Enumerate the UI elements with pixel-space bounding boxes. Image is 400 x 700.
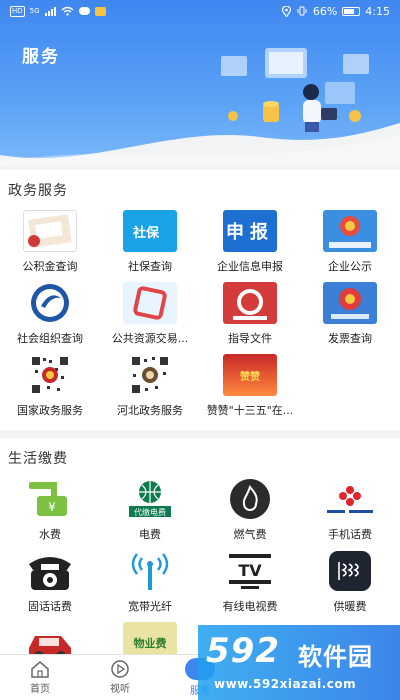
gas-fee-icon	[223, 478, 277, 520]
electricity-fee-item[interactable]: 代缴电费 电费	[100, 474, 200, 546]
item-label: 电费	[139, 528, 161, 541]
tile-text: TV	[238, 561, 262, 580]
battery-percent: 66%	[312, 4, 338, 18]
enterprise-report-icon: 申报	[223, 210, 277, 252]
cable-tv-icon: TV	[223, 550, 277, 592]
heating-fee-item[interactable]: 供暖费	[300, 546, 400, 618]
thirteenth-five-year-item[interactable]: 赞赞 赞赞"十三五"在...	[200, 350, 300, 422]
item-label: 宽带光纤	[128, 600, 172, 613]
home-icon	[30, 660, 50, 678]
play-icon	[110, 660, 130, 678]
public-resource-item[interactable]: 公共资源交易...	[100, 278, 200, 350]
invoice-icon	[323, 282, 377, 324]
enterprise-publicity-item[interactable]: 企业公示	[300, 206, 400, 278]
broadband-item[interactable]: 宽带光纤	[100, 546, 200, 618]
housing-fund-icon	[23, 210, 77, 252]
item-label: 手机话费	[328, 528, 372, 541]
tile-text: 物业费	[133, 637, 167, 650]
tile-text: 申报	[226, 222, 274, 243]
item-label: 固话话费	[28, 600, 72, 613]
app-notification-icon	[94, 6, 106, 16]
landline-fee-item[interactable]: 固话话费	[0, 546, 100, 618]
signal-icon	[44, 6, 56, 16]
item-label: 供暖费	[333, 600, 367, 613]
item-label: 发票查询	[328, 332, 372, 345]
tile-text: 赞赞	[240, 371, 260, 383]
water-fee-icon: ¥	[23, 478, 77, 520]
network-badge: 5G	[29, 7, 40, 15]
tab-label: 视听	[110, 684, 130, 695]
clock: 4:15	[365, 4, 390, 18]
service-illustration	[221, 48, 375, 136]
item-label: 国家政务服务	[17, 404, 83, 417]
section-title: 政务服务	[8, 183, 68, 199]
wifi-icon	[61, 6, 74, 16]
gov-services-grid: 公积金查询 社保 社保查询 申报 企业信息申报 企业公示 社会组织查询 公共资源…	[0, 206, 400, 422]
national-gov-service-icon	[23, 354, 77, 396]
item-label: 赞赞"十三五"在...	[206, 404, 294, 417]
watermark-number: 592	[206, 631, 280, 671]
gov-services-section: 政务服务 公积金查询 社保 社保查询 申报 企业信息申报 企业公示 社会组织查询…	[0, 170, 400, 430]
gas-fee-item[interactable]: 燃气费	[200, 474, 300, 546]
item-label: 社会组织查询	[17, 332, 83, 345]
electricity-fee-icon: 代缴电费	[123, 478, 177, 520]
section-title: 生活缴费	[8, 451, 68, 467]
social-security-icon: 社保	[123, 210, 177, 252]
watermark-name: 软件园	[298, 643, 373, 671]
heating-fee-icon	[323, 550, 377, 592]
mobile-fee-icon	[323, 478, 377, 520]
social-organization-item[interactable]: 社会组织查询	[0, 278, 100, 350]
item-label: 公共资源交易...	[111, 332, 189, 345]
hd-badge: HD	[10, 5, 25, 17]
tile-text: 社保	[132, 225, 159, 241]
social-security-item[interactable]: 社保 社保查询	[100, 206, 200, 278]
mobile-fee-item[interactable]: 手机话费	[300, 474, 400, 546]
thirteenth-five-year-icon: 赞赞	[223, 354, 277, 396]
site-watermark: 592 软件园 www.592xiazai.com	[198, 625, 400, 700]
housing-fund-item[interactable]: 公积金查询	[0, 206, 100, 278]
battery-icon	[342, 6, 361, 16]
page-title: 服务	[22, 47, 60, 67]
invoice-item[interactable]: 发票查询	[300, 278, 400, 350]
hebei-gov-service-icon	[123, 354, 177, 396]
landline-fee-icon	[23, 550, 77, 592]
message-icon	[78, 7, 90, 15]
tab-home[interactable]: 首页	[0, 655, 80, 700]
hebei-gov-service-item[interactable]: 河北政务服务	[100, 350, 200, 422]
public-resource-icon	[123, 282, 177, 324]
water-fee-item[interactable]: ¥ 水费	[0, 474, 100, 546]
item-label: 水费	[39, 528, 61, 541]
item-label: 企业公示	[328, 260, 372, 273]
broadband-icon	[123, 550, 177, 592]
social-organization-icon	[23, 282, 77, 324]
tab-media[interactable]: 视听	[80, 655, 160, 700]
tile-text: ¥	[48, 500, 56, 514]
enterprise-publicity-icon	[323, 210, 377, 252]
tile-text: 代缴电费	[134, 507, 166, 517]
item-label: 有线电视费	[222, 600, 278, 613]
location-icon	[281, 5, 291, 17]
tab-label: 首页	[30, 684, 50, 695]
vibrate-icon	[297, 6, 307, 16]
enterprise-report-item[interactable]: 申报 企业信息申报	[200, 206, 300, 278]
item-label: 社保查询	[128, 260, 172, 273]
item-label: 燃气费	[233, 528, 267, 541]
guidance-document-icon	[223, 282, 277, 324]
header-banner: 服务	[0, 0, 400, 165]
item-label: 指导文件	[228, 332, 272, 345]
item-label: 公积金查询	[22, 260, 78, 273]
item-label: 河北政务服务	[117, 404, 183, 417]
service-content[interactable]: 政务服务 公积金查询 社保 社保查询 申报 企业信息申报 企业公示 社会组织查询…	[0, 170, 400, 698]
watermark-url: www.592xiazai.com	[214, 677, 357, 691]
cable-tv-item[interactable]: TV 有线电视费	[200, 546, 300, 618]
status-bar: HD 5G 66% 4:15	[0, 0, 400, 22]
item-label: 企业信息申报	[217, 260, 283, 273]
national-gov-service-item[interactable]: 国家政务服务	[0, 350, 100, 422]
guidance-document-item[interactable]: 指导文件	[200, 278, 300, 350]
